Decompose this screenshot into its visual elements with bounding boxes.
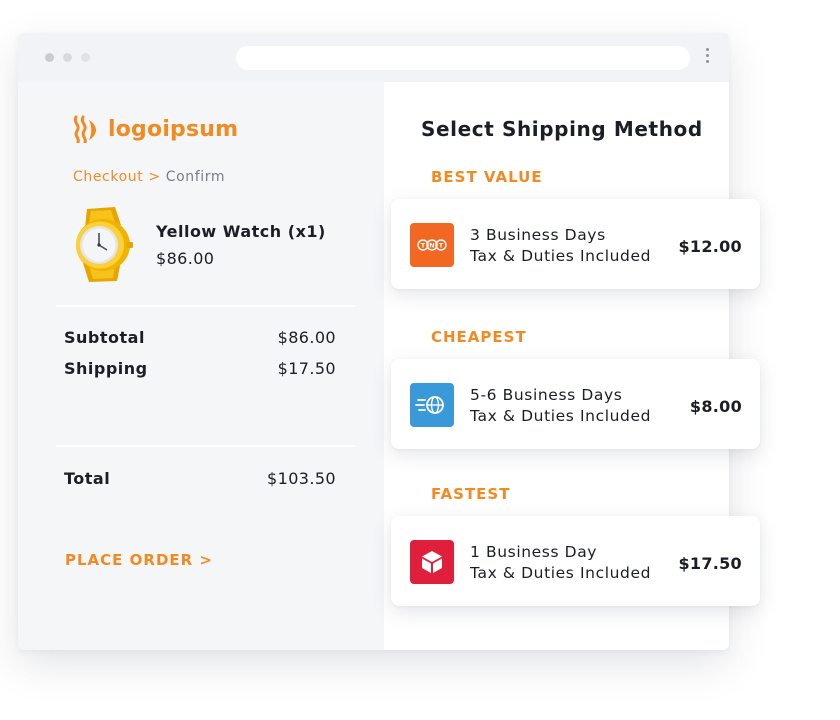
browser-titlebar [18,33,729,82]
svg-text:T: T [421,242,426,250]
breadcrumb-confirm: Confirm [165,169,226,185]
shipping-label: Shipping [64,359,148,378]
window-dot-yellow-icon[interactable] [63,53,72,62]
svg-text:N: N [429,242,434,250]
globe-shipping-icon [410,383,454,427]
tax-note: Tax & Duties Included [470,564,652,582]
subtotal-value: $86.00 [277,328,336,347]
logo-mark-icon [73,115,96,143]
tax-note: Tax & Duties Included [470,247,652,265]
shipping-price: $8.00 [689,397,742,416]
window-dot-green-icon[interactable] [81,53,90,62]
address-bar[interactable] [236,46,690,70]
order-summary-panel: logoipsum Checkout > Confirm Yellow Watc… [18,82,384,650]
svg-text:T: T [439,242,444,250]
brand-logo[interactable]: logoipsum [72,114,238,144]
breadcrumb: Checkout > Confirm [73,169,225,185]
shipping-price: $17.50 [678,554,742,573]
shipping-option-globe[interactable]: 5-6 Business Days Tax & Duties Included … [391,359,760,449]
tax-note: Tax & Duties Included [470,407,652,425]
window-dot-red-icon[interactable] [45,53,54,62]
tag-fastest: FASTEST [431,485,511,503]
place-order-button[interactable]: PLACE ORDER > [65,551,213,569]
subtotal-label: Subtotal [64,328,145,347]
kebab-menu-icon[interactable] [704,48,710,68]
total-label: Total [64,469,111,488]
parcel-box-icon [410,540,454,584]
shipping-price: $12.00 [678,237,742,256]
shipping-option-tnt[interactable]: T N T 3 Business Days Tax & Duties Inclu… [391,199,760,289]
tnt-logo-icon: T N T [410,223,454,267]
tag-best-value: BEST VALUE [431,168,543,186]
divider [56,305,355,307]
logo-text: logoipsum [108,116,239,142]
shipping-value: $17.50 [277,359,336,378]
delivery-time: 5-6 Business Days [470,386,623,404]
delivery-time: 3 Business Days [470,226,606,244]
tag-cheapest: CHEAPEST [431,328,527,346]
divider [56,445,355,447]
product-name: Yellow Watch (x1) [156,222,326,241]
shipping-option-parcel[interactable]: 1 Business Day Tax & Duties Included $17… [391,516,760,606]
delivery-time: 1 Business Day [470,543,598,561]
breadcrumb-separator: > [148,169,161,185]
breadcrumb-checkout[interactable]: Checkout [73,169,143,185]
shipping-method-title: Select Shipping Method [421,117,703,141]
yellow-watch-image [76,207,133,282]
product-price: $86.00 [156,249,215,268]
total-value: $103.50 [267,469,336,488]
